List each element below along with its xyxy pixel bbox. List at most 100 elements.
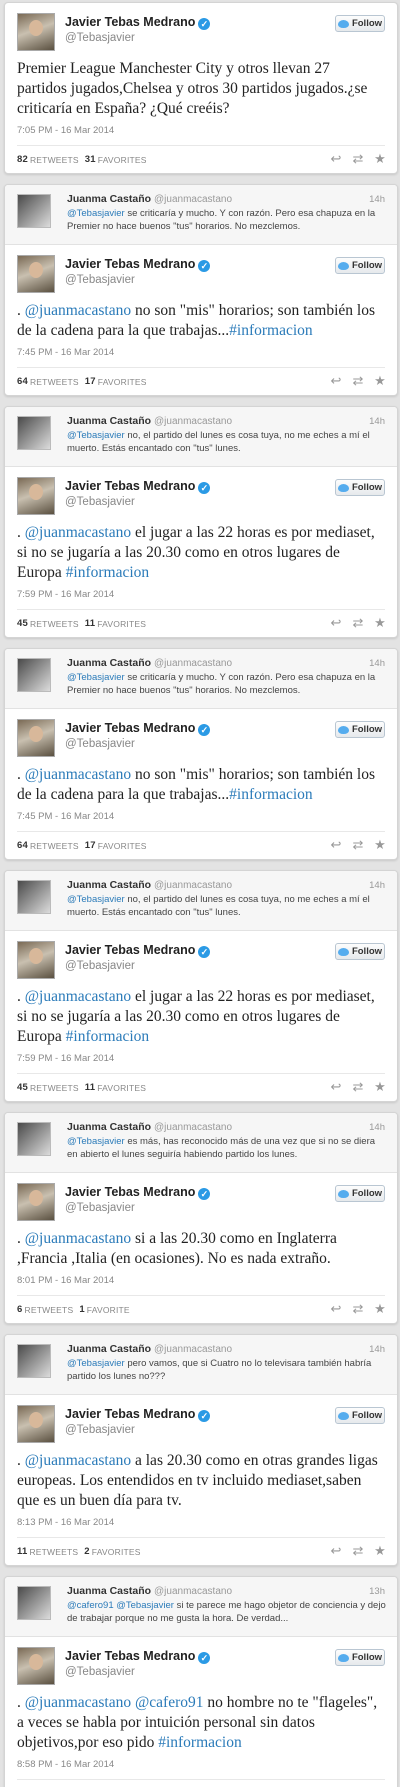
retweet-count-label[interactable]: RETWEETS: [30, 1083, 79, 1093]
reply-author-name[interactable]: Juanma Castaño: [67, 415, 151, 427]
reply-tweet[interactable]: Juanma Castaño @juanmacastano 14h @Tebasj…: [5, 407, 397, 467]
author-name-text[interactable]: Javier Tebas Medrano: [65, 257, 195, 271]
reply-icon[interactable]: ↩: [329, 374, 343, 388]
retweet-count[interactable]: 45: [17, 618, 28, 629]
reply-timestamp[interactable]: 14h: [369, 1122, 385, 1133]
follow-button[interactable]: Follow: [335, 943, 385, 960]
favorite-count[interactable]: 1: [79, 1304, 84, 1315]
reply-icon[interactable]: ↩: [329, 1080, 343, 1094]
favorite-count-label[interactable]: FAVORITES: [98, 377, 147, 387]
tweet-date[interactable]: 8:58 PM - 16 Mar 2014: [17, 1759, 385, 1780]
mention-link[interactable]: @juanmacastano: [25, 302, 131, 319]
author-name-text[interactable]: Javier Tebas Medrano: [65, 1185, 195, 1199]
retweet-count-label[interactable]: RETWEETS: [30, 841, 79, 851]
reply-icon[interactable]: ↩: [329, 838, 343, 852]
favorite-count-label[interactable]: FAVORITES: [97, 1083, 146, 1093]
author-handle[interactable]: @Tebasjavier: [65, 274, 135, 286]
author-name-text[interactable]: Javier Tebas Medrano: [65, 1407, 195, 1421]
reply-author-name[interactable]: Juanma Castaño: [67, 193, 151, 205]
tweet-date[interactable]: 8:01 PM - 16 Mar 2014: [17, 1275, 385, 1296]
retweet-icon[interactable]: ⇄: [351, 1544, 365, 1558]
favorite-count-label[interactable]: FAVORITES: [98, 841, 147, 851]
retweet-icon[interactable]: ⇄: [351, 1302, 365, 1316]
author-handle[interactable]: @Tebasjavier: [65, 1202, 135, 1214]
reply-tweet[interactable]: Juanma Castaño @juanmacastano 14h @Tebasj…: [5, 185, 397, 245]
reply-author-handle[interactable]: @juanmacastano: [154, 1586, 232, 1597]
avatar[interactable]: [17, 941, 55, 979]
mention-link[interactable]: @juanmacastano @cafero91: [25, 1694, 204, 1711]
reply-avatar[interactable]: [17, 658, 51, 692]
avatar[interactable]: [17, 13, 55, 51]
retweet-icon[interactable]: ⇄: [351, 152, 365, 166]
author-handle[interactable]: @Tebasjavier: [65, 1666, 135, 1678]
hashtag-link[interactable]: #informacion: [229, 322, 313, 339]
reply-mention-link[interactable]: @cafero91 @Tebasjavier: [67, 1600, 174, 1611]
follow-button[interactable]: Follow: [335, 257, 385, 274]
mention-link[interactable]: @juanmacastano: [25, 1452, 131, 1469]
retweet-count[interactable]: 64: [17, 840, 28, 851]
mention-link[interactable]: @juanmacastano: [25, 524, 131, 541]
retweet-count[interactable]: 11: [17, 1546, 27, 1557]
retweet-count[interactable]: 45: [17, 1082, 28, 1093]
favorite-count[interactable]: 31: [85, 154, 96, 165]
reply-mention-link[interactable]: @Tebasjavier: [67, 208, 125, 219]
reply-author-handle[interactable]: @juanmacastano: [154, 416, 232, 427]
reply-avatar[interactable]: [17, 1586, 51, 1620]
favorite-count[interactable]: 11: [85, 618, 95, 629]
tweet-date[interactable]: 7:59 PM - 16 Mar 2014: [17, 1053, 385, 1074]
favorite-count[interactable]: 17: [85, 840, 96, 851]
author-name[interactable]: Javier Tebas Medrano ✓: [65, 1407, 211, 1422]
reply-icon[interactable]: ↩: [329, 1544, 343, 1558]
hashtag-link[interactable]: #informacion: [66, 1028, 150, 1045]
author-handle[interactable]: @Tebasjavier: [65, 1424, 135, 1436]
reply-mention-link[interactable]: @Tebasjavier: [67, 1358, 125, 1369]
retweet-icon[interactable]: ⇄: [351, 838, 365, 852]
reply-icon[interactable]: ↩: [329, 152, 343, 166]
favorite-count-label[interactable]: FAVORITE: [87, 1305, 130, 1315]
follow-button[interactable]: Follow: [335, 15, 385, 32]
author-name-text[interactable]: Javier Tebas Medrano: [65, 943, 195, 957]
star-icon[interactable]: ★: [373, 616, 387, 630]
reply-author-name[interactable]: Juanma Castaño: [67, 879, 151, 891]
reply-timestamp[interactable]: 14h: [369, 658, 385, 669]
reply-avatar[interactable]: [17, 880, 51, 914]
avatar[interactable]: [17, 477, 55, 515]
author-name[interactable]: Javier Tebas Medrano ✓: [65, 15, 211, 30]
retweet-icon[interactable]: ⇄: [351, 616, 365, 630]
author-handle[interactable]: @Tebasjavier: [65, 496, 135, 508]
reply-timestamp[interactable]: 14h: [369, 880, 385, 891]
hashtag-link[interactable]: #informacion: [66, 564, 150, 581]
author-name[interactable]: Javier Tebas Medrano ✓: [65, 479, 211, 494]
favorite-count-label[interactable]: FAVORITES: [98, 155, 147, 165]
author-name-text[interactable]: Javier Tebas Medrano: [65, 15, 195, 29]
retweet-icon[interactable]: ⇄: [351, 374, 365, 388]
star-icon[interactable]: ★: [373, 152, 387, 166]
reply-icon[interactable]: ↩: [329, 1302, 343, 1316]
avatar[interactable]: [17, 1183, 55, 1221]
star-icon[interactable]: ★: [373, 374, 387, 388]
reply-mention-link[interactable]: @Tebasjavier: [67, 672, 125, 683]
star-icon[interactable]: ★: [373, 1080, 387, 1094]
reply-avatar[interactable]: [17, 1344, 51, 1378]
reply-author-name[interactable]: Juanma Castaño: [67, 657, 151, 669]
retweet-count[interactable]: 82: [17, 154, 28, 165]
author-name[interactable]: Javier Tebas Medrano ✓: [65, 721, 211, 736]
follow-button[interactable]: Follow: [335, 1185, 385, 1202]
avatar[interactable]: [17, 1405, 55, 1443]
retweet-count-label[interactable]: RETWEETS: [30, 619, 79, 629]
favorite-count[interactable]: 17: [85, 376, 96, 387]
star-icon[interactable]: ★: [373, 1302, 387, 1316]
author-name[interactable]: Javier Tebas Medrano ✓: [65, 1185, 211, 1200]
favorite-count[interactable]: 11: [85, 1082, 95, 1093]
reply-author-name[interactable]: Juanma Castaño: [67, 1585, 151, 1597]
reply-timestamp[interactable]: 14h: [369, 194, 385, 205]
reply-author-handle[interactable]: @juanmacastano: [154, 194, 232, 205]
favorite-count[interactable]: 2: [84, 1546, 89, 1557]
author-name[interactable]: Javier Tebas Medrano ✓: [65, 257, 211, 272]
mention-link[interactable]: @juanmacastano: [25, 766, 131, 783]
reply-avatar[interactable]: [17, 194, 51, 228]
tweet-date[interactable]: 7:45 PM - 16 Mar 2014: [17, 811, 385, 832]
reply-tweet[interactable]: Juanma Castaño @juanmacastano 14h @Tebasj…: [5, 1335, 397, 1395]
favorite-count-label[interactable]: FAVORITES: [97, 619, 146, 629]
mention-link[interactable]: @juanmacastano: [25, 1230, 131, 1247]
